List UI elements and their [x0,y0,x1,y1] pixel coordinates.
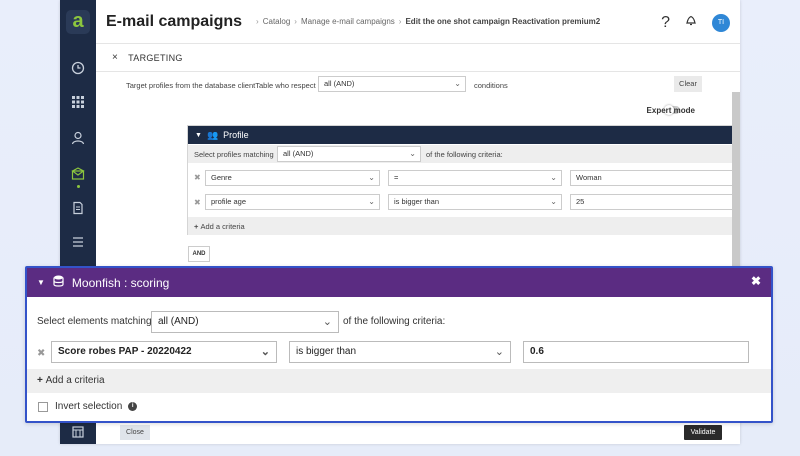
criteria-field-select[interactable]: Score robes PAP - 20220422 ⌄ [51,341,277,363]
remove-criteria-icon[interactable]: ✖ [194,173,201,182]
users-icon: 👥 [206,129,219,140]
remove-criteria-icon[interactable]: ✖ [194,198,201,207]
expert-mode-label: Expert mode [646,106,695,115]
moonfish-scoring-panel: ▼ Moonfish : scoring ✖ Select elements m… [25,266,773,423]
breadcrumb-current: Edit the one shot campaign Reactivation … [405,17,601,26]
list-icon[interactable] [60,230,96,254]
moonfish-add-row [27,369,771,393]
breadcrumb: › Catalog › Manage e-mail campaigns › Ed… [256,17,601,26]
add-criteria-link[interactable]: + Add a criteria [37,375,105,386]
close-button[interactable]: Close [120,425,150,440]
targeting-condition-select[interactable]: all (AND) ⌄ [318,76,466,92]
profile-add-row [188,217,740,235]
and-operator-button[interactable]: AND [188,246,210,262]
invert-selection-label: Invert selection i [55,401,138,412]
criteria-value-input[interactable]: 0.6 [523,341,749,363]
moonfish-match-select[interactable]: all (AND) ⌄ [151,311,339,333]
profile-match-prefix: Select profiles matching [194,150,274,159]
profile-title: Profile [223,130,249,140]
document-icon[interactable] [60,196,96,220]
close-icon[interactable]: ✖ [751,274,761,288]
active-indicator [77,185,80,188]
app-logo[interactable]: a [66,10,90,34]
breadcrumb-manage[interactable]: Manage e-mail campaigns [301,17,395,26]
footer-bar: Close [96,420,740,444]
chevron-down-icon: ⌄ [368,197,375,206]
chevron-down-icon: ⌄ [260,346,270,358]
moonfish-match-prefix: Select elements matching [37,316,152,327]
help-icon[interactable]: ? [661,14,670,32]
avatar[interactable]: TI [712,13,730,32]
moonfish-match-suffix: of the following criteria: [343,316,446,327]
breadcrumb-catalog[interactable]: Catalog [263,17,291,26]
top-actions: ? TI [661,13,730,32]
criteria-operator-select[interactable]: = ⌄ [388,170,562,186]
chevron-down-icon: ⌄ [454,79,461,88]
chevron-down-icon: ⌄ [550,173,557,182]
collapse-icon[interactable]: ▼ [195,132,202,139]
criteria-value-select[interactable]: Woman⌄ [570,170,740,186]
criteria-operator-select[interactable]: is bigger than ⌄ [289,341,511,363]
moonfish-header: ▼ Moonfish : scoring ✖ [27,268,771,297]
collapse-icon[interactable]: ▼ [37,278,45,287]
info-icon[interactable]: i [128,401,138,411]
criteria-value-input[interactable]: 25 [570,194,740,210]
invert-selection-checkbox[interactable] [38,402,48,412]
chevron-down-icon: ⌄ [550,197,557,206]
moonfish-title: Moonfish : scoring [71,275,170,290]
chevron-down-icon: ⌄ [409,149,416,158]
profile-header: ▼ 👥 Profile ✖ [188,126,740,144]
grid-icon[interactable] [60,90,96,114]
topbar: E-mail campaigns › Catalog › Manage e-ma… [96,0,740,44]
add-criteria-link[interactable]: + Add a criteria [194,222,245,231]
store-icon[interactable] [60,420,96,444]
validate-button[interactable]: Validate [684,425,722,440]
criteria-field-select[interactable]: profile age ⌄ [205,194,380,210]
profile-match-select[interactable]: all (AND) ⌄ [277,146,421,162]
chevron-down-icon: ⌄ [494,346,504,358]
chevron-down-icon: ⌄ [322,316,332,328]
clear-button[interactable]: Clear [674,76,702,92]
profile-match-suffix: of the following criteria: [426,150,503,159]
bell-icon[interactable] [684,13,698,32]
clock-icon[interactable] [60,56,96,80]
criteria-operator-select[interactable]: is bigger than ⌄ [388,194,562,210]
user-icon[interactable] [60,126,96,150]
database-icon [53,275,64,290]
close-icon[interactable]: × [112,52,118,63]
page-title: E-mail campaigns [106,12,243,30]
targeting-intro-suffix: conditions [474,81,508,90]
plus-icon: + [37,375,46,386]
targeting-header: × TARGETING [96,44,740,72]
section-title: TARGETING [128,52,183,63]
chevron-down-icon: ⌄ [368,173,375,182]
targeting-intro-prefix: Target profiles from the database client… [126,81,316,90]
envelope-icon[interactable] [60,162,96,186]
profile-panel: ▼ 👥 Profile ✖ Select profiles matching a… [187,125,740,235]
criteria-field-select[interactable]: Genre ⌄ [205,170,380,186]
remove-criteria-icon[interactable]: ✖ [37,348,45,359]
scrollbar[interactable] [732,92,740,282]
